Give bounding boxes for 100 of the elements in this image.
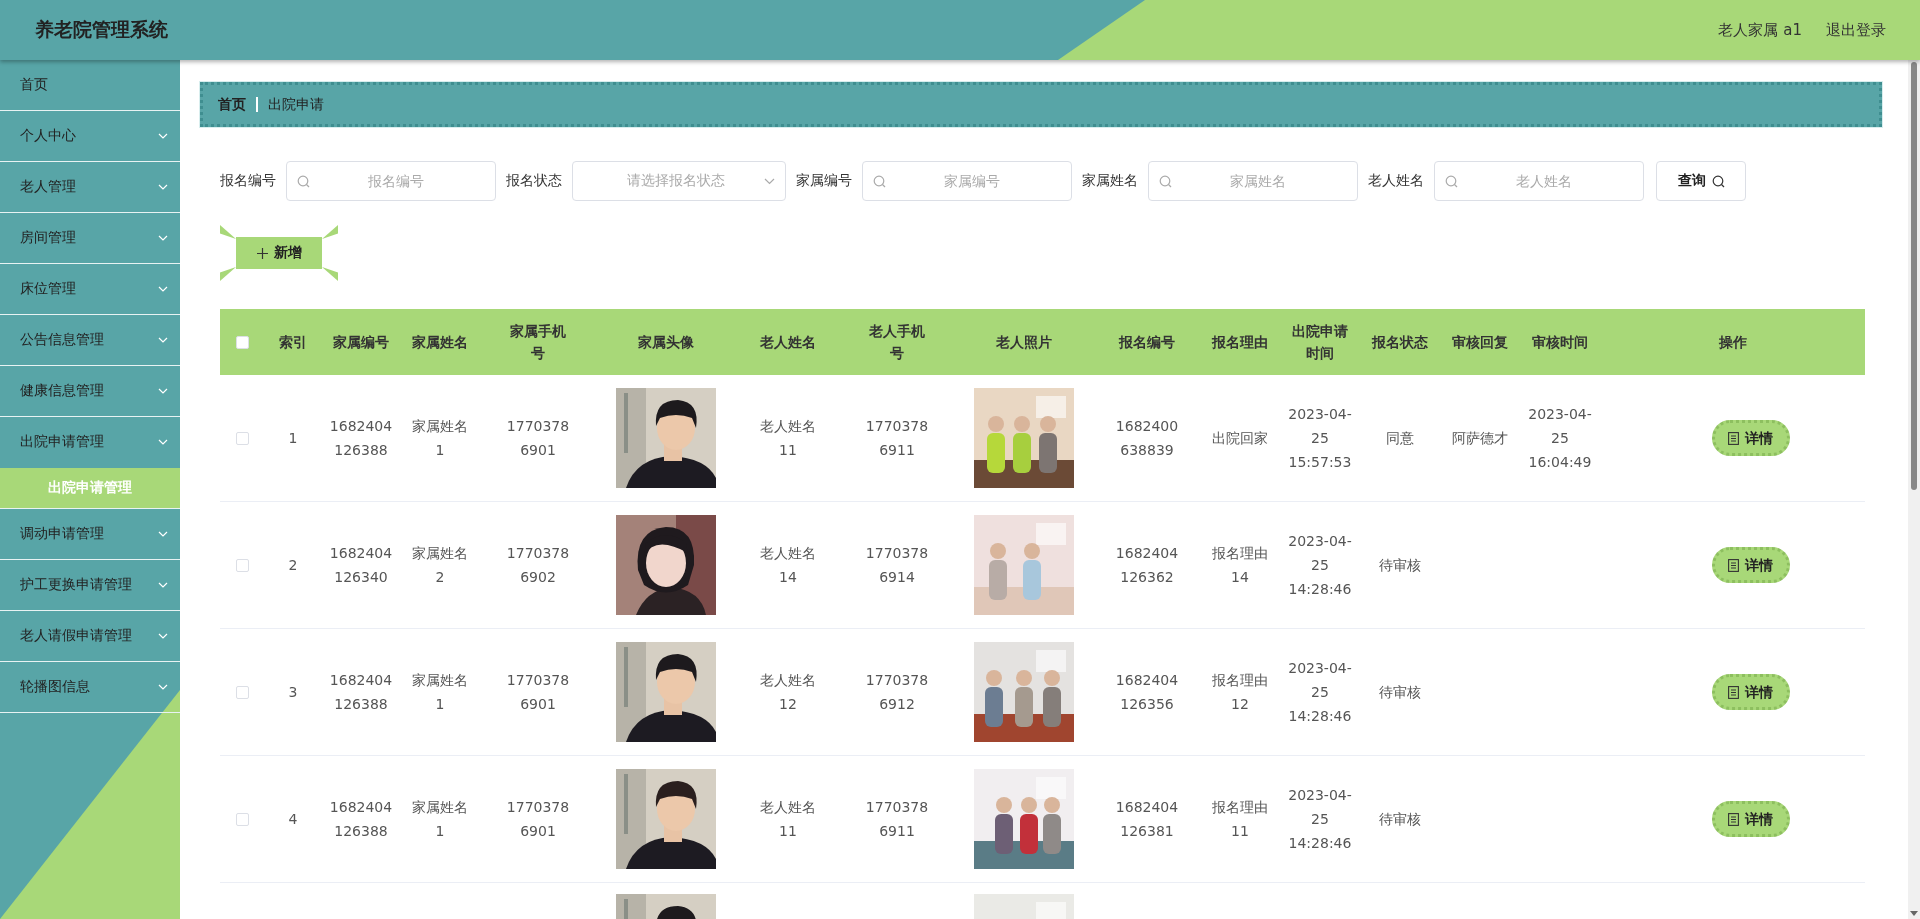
search-icon: [297, 175, 310, 188]
menu-item[interactable]: 公告信息管理: [0, 315, 180, 366]
search-icon: [1159, 175, 1172, 188]
row-checkbox[interactable]: [235, 431, 249, 445]
table-cell-text: 17703786901: [506, 417, 570, 460]
menu-item[interactable]: 床位管理: [0, 264, 180, 315]
search-icon: [1445, 175, 1458, 188]
scroll-down-icon[interactable]: [1910, 911, 1918, 916]
table-cell-text: 同意: [1386, 429, 1414, 448]
document-icon: [1728, 558, 1739, 572]
detail-button[interactable]: 详情: [1711, 801, 1790, 837]
select-all-checkbox[interactable]: [235, 335, 249, 349]
table-cell-text: 1682404126362: [1115, 544, 1179, 587]
menu-item[interactable]: 轮播图信息: [0, 662, 180, 713]
table-cell-text: 老人姓名11: [759, 417, 817, 460]
breadcrumb-current: 出院申请: [268, 95, 324, 114]
row-checkbox[interactable]: [235, 558, 249, 572]
column-header: 审核回复: [1452, 333, 1508, 352]
column-header: 出院申请时间: [1291, 322, 1349, 363]
menu-item[interactable]: 护工更换申请管理: [0, 560, 180, 611]
add-button[interactable]: 新增: [220, 225, 338, 281]
search-icon: [1711, 174, 1725, 188]
table-cell-text: 1682404126340: [329, 544, 393, 587]
chevron-down-icon: [158, 337, 168, 343]
table-cell-text: 待审核: [1379, 556, 1421, 575]
chevron-down-icon: [158, 184, 168, 190]
search-field[interactable]: 家属姓名: [1148, 161, 1358, 201]
field-label: 家属姓名: [1082, 172, 1138, 190]
column-header: 报名状态: [1372, 333, 1428, 352]
table-cell-text: 17703786911: [865, 417, 929, 460]
plus-icon: [256, 247, 268, 259]
table-cell-text: 2: [288, 556, 298, 575]
menu-item[interactable]: 调动申请管理: [0, 509, 180, 560]
column-header: 报名编号: [1119, 333, 1175, 352]
field-label: 老人姓名: [1368, 172, 1424, 190]
column-header: 操作: [1718, 333, 1747, 352]
table-cell-text: 2023-04-25 16:04:49: [1527, 405, 1593, 472]
search-field[interactable]: 家属编号: [862, 161, 1072, 201]
search-field[interactable]: 老人姓名: [1434, 161, 1644, 201]
search-field[interactable]: 报名编号: [286, 161, 496, 201]
column-header: 家属编号: [333, 333, 389, 352]
field-label: 报名状态: [506, 172, 562, 190]
column-header: 老人姓名: [760, 333, 816, 352]
column-header: 家属头像: [638, 333, 694, 352]
table-cell-text: 4: [288, 810, 298, 829]
table-cell-text: 1682404126388: [329, 798, 393, 841]
column-header: 家属手机号: [509, 322, 567, 363]
table-cell-text: 17703786911: [865, 798, 929, 841]
column-header: 老人照片: [996, 333, 1052, 352]
breadcrumb-link[interactable]: 首页: [218, 95, 246, 114]
menu-item[interactable]: 老人管理: [0, 162, 180, 213]
table-cell-text: 老人姓名14: [759, 544, 817, 587]
detail-button[interactable]: 详情: [1711, 420, 1790, 456]
menu-item[interactable]: 房间管理: [0, 213, 180, 264]
table-cell-text: 报名理由11: [1211, 798, 1269, 841]
scrollbar-thumb[interactable]: [1911, 62, 1917, 490]
menu-item[interactable]: 出院申请管理: [0, 417, 180, 468]
table-cell-text: 1682400638839: [1115, 417, 1179, 460]
table-cell-text: 1682404126388: [329, 417, 393, 460]
detail-button[interactable]: 详情: [1711, 547, 1790, 583]
field-label: 报名编号: [220, 172, 276, 190]
table-cell-text: 家属姓名2: [411, 544, 469, 587]
table-cell-text: 1682404126388: [329, 671, 393, 714]
chevron-down-icon: [158, 531, 168, 537]
row-checkbox[interactable]: [235, 685, 249, 699]
table-cell-text: 1682404126381: [1115, 798, 1179, 841]
table-cell-text: 2023-04-25 14:28:46: [1287, 659, 1353, 726]
chevron-down-icon: [158, 633, 168, 639]
table-cell-text: 17703786912: [865, 671, 929, 714]
document-icon: [1728, 685, 1739, 699]
table-cell-text: 17703786914: [865, 544, 929, 587]
menu-item[interactable]: 首页: [0, 60, 180, 111]
table-cell-text: 2023-04-25 14:28:46: [1287, 532, 1353, 599]
query-button[interactable]: 查询: [1656, 161, 1746, 201]
column-header: 索引: [279, 333, 307, 352]
logout-link[interactable]: 退出登录: [1826, 20, 1886, 40]
menu-item[interactable]: 个人中心: [0, 111, 180, 162]
menu-item[interactable]: 健康信息管理: [0, 366, 180, 417]
chevron-down-icon: [158, 388, 168, 394]
column-header: 审核时间: [1532, 333, 1588, 352]
chevron-down-icon: [158, 439, 168, 445]
chevron-down-icon: [158, 286, 168, 292]
menu-item[interactable]: 老人请假申请管理: [0, 611, 180, 662]
table-cell-text: 2023-04-25 15:57:53: [1287, 405, 1353, 472]
table-cell-text: 老人姓名11: [759, 798, 817, 841]
chevron-down-icon: [764, 177, 775, 185]
document-icon: [1728, 812, 1739, 826]
field-label: 家属编号: [796, 172, 852, 190]
document-icon: [1728, 431, 1739, 445]
table-cell-text: 出院回家: [1212, 429, 1268, 448]
table-cell-text: 17703786902: [506, 544, 570, 587]
table-cell-text: 1682404126356: [1115, 671, 1179, 714]
table-cell-text: 报名理由12: [1211, 671, 1269, 714]
detail-button[interactable]: 详情: [1711, 674, 1790, 710]
column-header: 老人手机号: [868, 322, 926, 363]
user-name: 老人家属 a1: [1718, 20, 1802, 40]
app-title: 养老院管理系统: [35, 17, 169, 42]
row-checkbox[interactable]: [235, 812, 249, 826]
search-icon: [873, 175, 886, 188]
table-cell-text: 报名理由14: [1211, 544, 1269, 587]
